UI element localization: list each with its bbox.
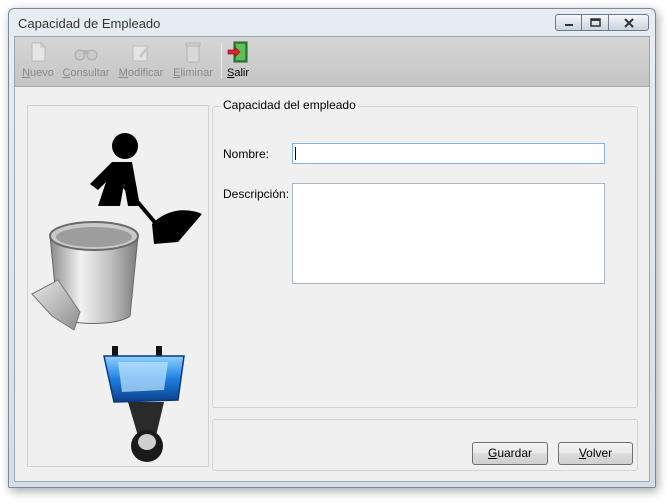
toolbar-nuevo-button[interactable]: Nuevo <box>19 41 57 83</box>
new-document-icon <box>31 42 46 62</box>
toolbar-separator <box>221 43 222 79</box>
title-bar[interactable]: Capacidad de Empleado <box>9 9 655 36</box>
trash-icon <box>185 42 201 63</box>
guardar-label: uardar <box>497 446 533 460</box>
client-area: Nuevo Consultar Modificar Eliminar Salir <box>14 36 650 482</box>
toolbar-consultar-label: onsultar <box>70 67 110 79</box>
close-button[interactable] <box>609 14 649 31</box>
edit-icon <box>132 45 150 62</box>
nombre-label: Nombre: <box>223 147 270 161</box>
toolbar-eliminar-label: liminar <box>180 67 213 79</box>
toolbar-modificar-button[interactable]: Modificar <box>117 41 165 83</box>
text-caret <box>295 147 296 160</box>
minimize-button[interactable] <box>555 14 582 31</box>
toolbar-modificar-mnemonic: M <box>118 67 128 79</box>
binoculars-icon <box>74 49 98 61</box>
window-title: Capacidad de Empleado <box>18 16 161 31</box>
toolbar-nuevo-mnemonic: N <box>22 67 31 79</box>
toolbar: Nuevo Consultar Modificar Eliminar Salir <box>15 37 649 87</box>
volver-label: olver <box>586 446 613 460</box>
paint-bucket-icon <box>31 221 139 331</box>
exit-door-icon <box>227 41 248 63</box>
guardar-mnemonic: G <box>487 446 498 460</box>
toolbar-eliminar-button[interactable]: Eliminar <box>171 41 215 83</box>
maximize-icon <box>589 18 601 27</box>
group-title: Capacidad del empleado <box>221 98 358 112</box>
guardar-button[interactable]: Guardar <box>472 442 548 465</box>
toolbar-salir-button[interactable]: Salir <box>225 41 251 83</box>
toolbar-consultar-button[interactable]: Consultar <box>61 41 111 83</box>
close-icon <box>623 17 634 28</box>
pipe-wrench-tool-icon <box>103 346 185 462</box>
window-controls <box>555 14 649 31</box>
illustration-panel <box>27 105 209 467</box>
volver-button[interactable]: Volver <box>558 442 633 465</box>
maximize-button[interactable] <box>582 14 609 31</box>
illustration <box>31 133 202 462</box>
toolbar-modificar-label: odificar <box>127 67 164 79</box>
app-window: Capacidad de Empleado Nuevo Consultar Mo… <box>8 8 656 488</box>
minimize-icon <box>564 23 573 26</box>
nombre-input[interactable] <box>292 143 605 164</box>
toolbar-salir-label: alir <box>234 67 249 79</box>
descripcion-textarea[interactable] <box>292 183 605 284</box>
descripcion-label: Descripción: <box>223 187 290 201</box>
toolbar-nuevo-label: uevo <box>30 67 54 79</box>
